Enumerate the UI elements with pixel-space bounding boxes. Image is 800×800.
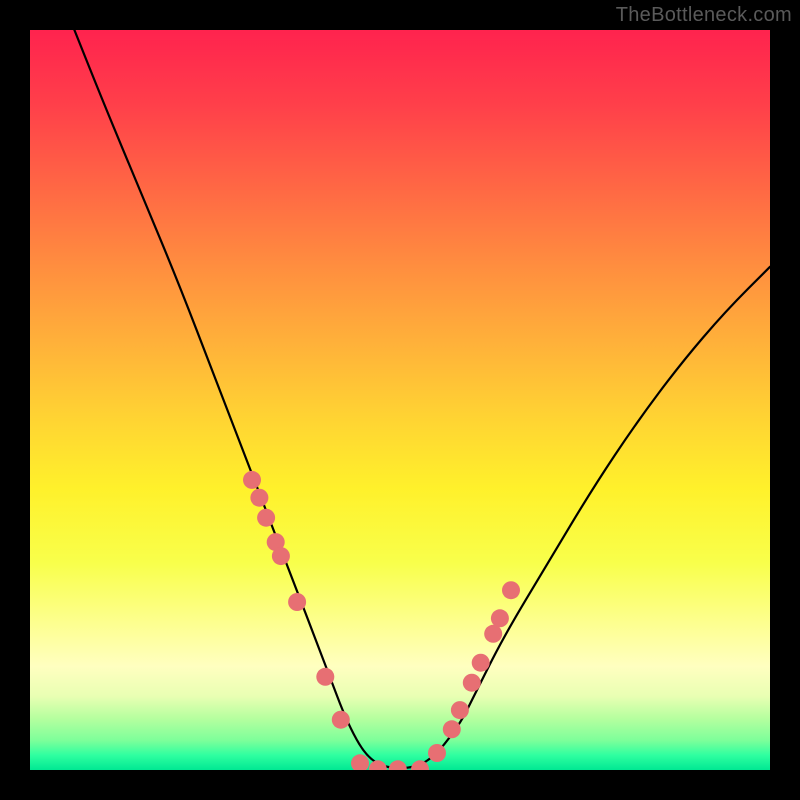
watermark-text: TheBottleneck.com <box>616 4 792 27</box>
gradient-plot-area <box>30 30 770 770</box>
outer-frame: TheBottleneck.com <box>0 0 800 800</box>
